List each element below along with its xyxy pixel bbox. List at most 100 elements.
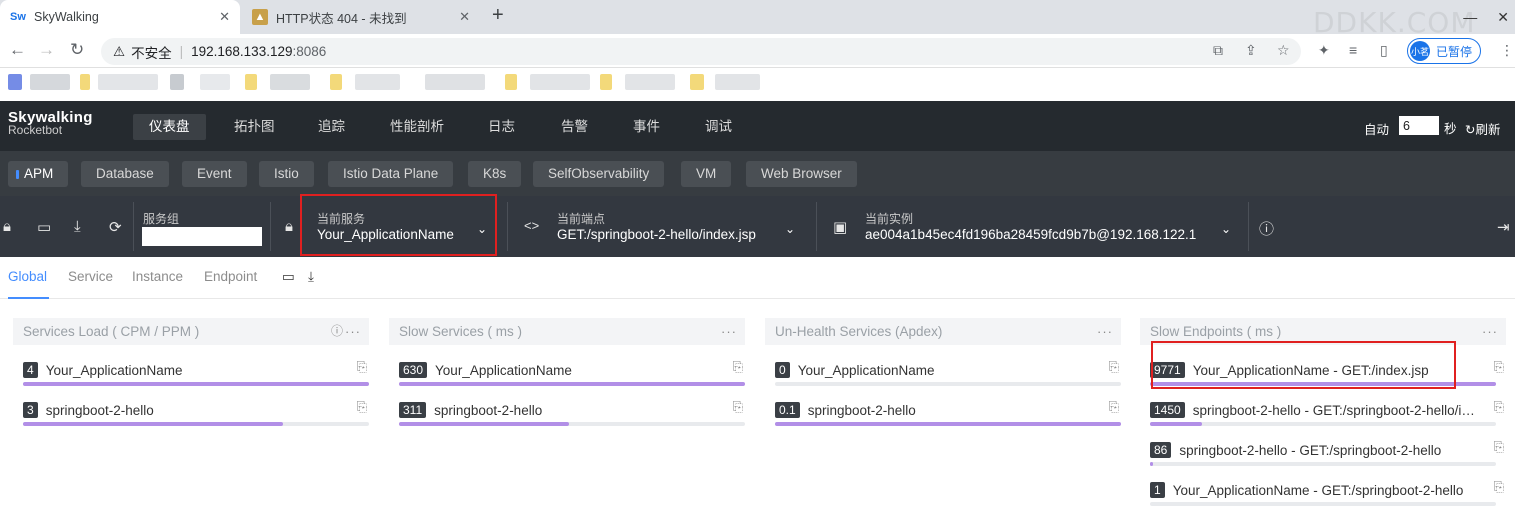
profile-button[interactable]: 小茗 已暂停 (1407, 38, 1482, 64)
media-icon[interactable]: ≡ (1349, 42, 1357, 58)
close-tab-icon[interactable]: ✕ (219, 9, 230, 25)
bookmark-item[interactable] (715, 74, 760, 90)
bookmark-item[interactable] (425, 74, 485, 90)
bookmark-item[interactable] (355, 74, 400, 90)
share-icon[interactable]: ⇪ (1245, 42, 1257, 59)
reload-icon[interactable]: ↻ (70, 40, 84, 60)
list-item[interactable]: 1450 springboot-2-hello - GET:/springboot… (1140, 385, 1506, 426)
template-selfobservability[interactable]: SelfObservability (533, 161, 665, 187)
bookmark-icon[interactable] (8, 74, 22, 90)
nav-topology[interactable]: 拓扑图 (218, 114, 291, 140)
nav-alarm[interactable]: 告警 (545, 114, 604, 140)
current-endpoint-value[interactable]: GET:/springboot-2-hello/index.jsp (557, 227, 756, 242)
copy-icon[interactable]: ⎘ (1494, 399, 1504, 415)
template-database[interactable]: Database (81, 161, 169, 187)
folder-icon[interactable]: ▭ (282, 269, 295, 285)
nav-trace[interactable]: 追踪 (302, 114, 361, 140)
tab-instance[interactable]: Instance (132, 269, 183, 284)
tab-global[interactable]: Global (8, 269, 47, 284)
list-item[interactable]: 1 Your_ApplicationName - GET:/springboot-… (1140, 465, 1506, 506)
close-window-icon[interactable]: ✕ (1497, 9, 1509, 26)
chevron-down-icon[interactable]: ⌄ (785, 222, 795, 236)
auto-refresh-label[interactable]: 自动 (1364, 119, 1389, 138)
bookmark-item[interactable] (170, 74, 184, 90)
copy-icon[interactable]: ⎘ (1109, 359, 1119, 375)
copy-icon[interactable]: ⎘ (357, 399, 367, 415)
browser-tab-skywalking[interactable]: Sw SkyWalking ✕ (0, 0, 240, 34)
list-item[interactable]: 4 Your_ApplicationName ⎘ (13, 345, 369, 386)
copy-icon[interactable]: ⎘ (1494, 359, 1504, 375)
copy-icon[interactable]: ⎘ (357, 359, 367, 375)
download-icon[interactable]: ⤓ (74, 218, 81, 235)
minimize-icon[interactable]: — (1463, 9, 1477, 25)
list-item[interactable]: 3 springboot-2-hello ⎘ (13, 385, 369, 426)
list-item[interactable]: 86 springboot-2-hello - GET:/springboot-2… (1140, 425, 1506, 466)
copy-icon[interactable]: ⎘ (733, 399, 743, 415)
bookmark-item[interactable] (80, 74, 90, 90)
chevron-down-icon[interactable]: ⌄ (1221, 222, 1231, 236)
template-vm[interactable]: VM (681, 161, 732, 187)
nav-events[interactable]: 事件 (617, 114, 676, 140)
template-k8s[interactable]: K8s (468, 161, 522, 187)
nav-debug[interactable]: 调试 (689, 114, 748, 140)
extensions-icon[interactable]: ✦ (1318, 42, 1330, 59)
bookmark-item[interactable] (330, 74, 342, 90)
bookmark-item[interactable] (600, 74, 612, 90)
sidebar-toggle-icon[interactable]: ⇥ (1497, 218, 1510, 236)
tab-service[interactable]: Service (68, 269, 113, 284)
bookmark-star-icon[interactable]: ☆ (1277, 42, 1290, 59)
bookmark-item[interactable] (270, 74, 310, 90)
nav-logs[interactable]: 日志 (472, 114, 531, 140)
template-apm[interactable]: APM (8, 161, 69, 187)
refresh-button[interactable]: ↻刷新 (1465, 119, 1501, 138)
warning-icon[interactable]: ⚠ (113, 44, 125, 60)
browser-tab-404[interactable]: ▲ HTTP状态 404 - 未找到 ✕ (242, 0, 480, 34)
bookmark-item[interactable] (200, 74, 230, 90)
tab-endpoint[interactable]: Endpoint (204, 269, 257, 284)
more-icon[interactable]: ··· (721, 318, 737, 345)
copy-icon[interactable]: ⎘ (1494, 439, 1504, 455)
lock-icon[interactable]: 🔒︎ (285, 218, 293, 235)
back-icon[interactable]: ← (9, 40, 26, 60)
bookmark-item[interactable] (690, 74, 704, 90)
more-icon[interactable]: ··· (345, 318, 361, 345)
sidepanel-icon[interactable]: ▯ (1380, 42, 1388, 59)
translate-icon[interactable]: ⧉ (1213, 42, 1223, 59)
more-icon[interactable]: ··· (1482, 318, 1498, 345)
bookmark-item[interactable] (245, 74, 257, 90)
info-icon[interactable]: ⓘ (1259, 218, 1274, 239)
bookmark-item[interactable] (625, 74, 675, 90)
logo[interactable]: Skywalking Rocketbot (8, 110, 93, 137)
service-group-input[interactable] (142, 227, 262, 246)
copy-icon[interactable]: ⎘ (1494, 479, 1504, 495)
list-item[interactable]: 0 Your_ApplicationName ⎘ (765, 345, 1121, 386)
template-istio[interactable]: Istio (259, 161, 314, 187)
nav-dashboard[interactable]: 仪表盘 (133, 114, 206, 140)
list-item[interactable]: 630 Your_ApplicationName ⎘ (389, 345, 745, 386)
bookmark-item[interactable] (98, 74, 158, 90)
current-instance-value[interactable]: ae004a1b45ec4fd196ba28459fcd9b7b@192.168… (865, 227, 1196, 242)
bookmark-item[interactable] (505, 74, 517, 90)
list-item[interactable]: 311 springboot-2-hello ⎘ (389, 385, 745, 426)
url-bar[interactable]: ⚠ 不安全 | 192.168.133.129 :8086 (101, 38, 1301, 65)
security-label[interactable]: 不安全 (131, 42, 172, 62)
nav-profiling[interactable]: 性能剖析 (374, 114, 460, 140)
sync-icon[interactable]: ⟳ (109, 218, 122, 236)
more-icon[interactable]: ··· (1097, 318, 1113, 345)
template-event[interactable]: Event (182, 161, 247, 187)
download-icon[interactable]: ⤓ (308, 269, 314, 285)
bookmark-item[interactable] (530, 74, 590, 90)
new-tab-icon[interactable]: + (492, 4, 504, 27)
bookmark-item[interactable] (30, 74, 70, 90)
folder-icon[interactable]: ▭ (37, 218, 51, 236)
list-item[interactable]: 0.1 springboot-2-hello ⎘ (765, 385, 1121, 426)
refresh-interval-input[interactable] (1399, 116, 1439, 135)
lock-icon[interactable]: 🔒︎ (3, 218, 11, 235)
template-istio-data-plane[interactable]: Istio Data Plane (328, 161, 454, 187)
template-web-browser[interactable]: Web Browser (746, 161, 857, 187)
forward-icon[interactable]: → (38, 40, 55, 60)
copy-icon[interactable]: ⎘ (733, 359, 743, 375)
menu-icon[interactable]: ⋮ (1500, 42, 1514, 59)
copy-icon[interactable]: ⎘ (1109, 399, 1119, 415)
info-icon[interactable]: ⓘ (331, 318, 343, 345)
